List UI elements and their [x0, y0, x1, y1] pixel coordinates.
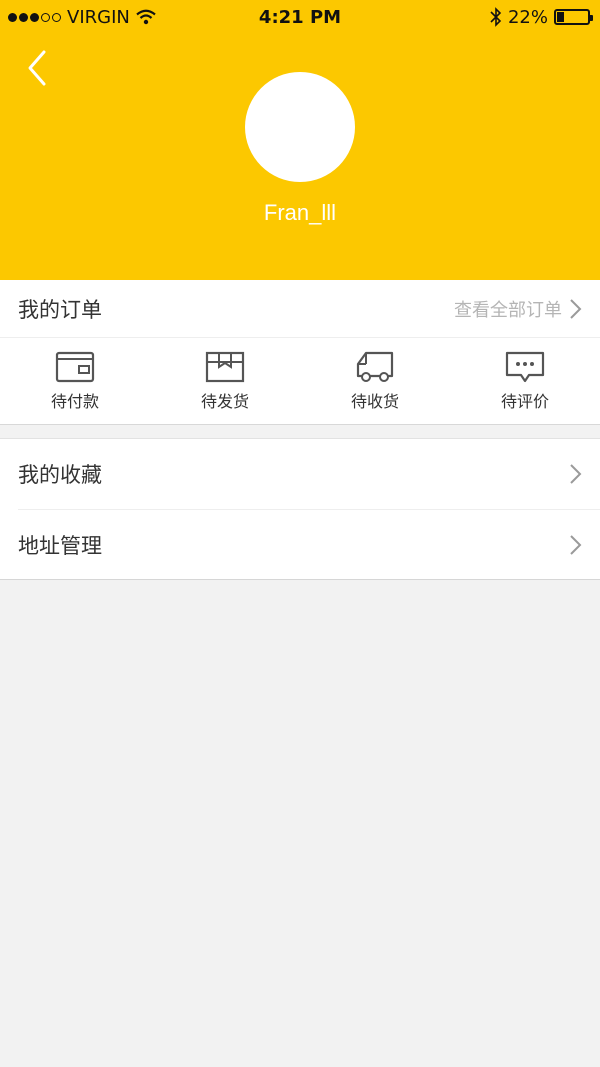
orders-card: 我的订单 查看全部订单 待付款 待发货 待收货 待评价 — [0, 280, 600, 425]
profile-header: Fran_lll — [0, 0, 600, 280]
battery-percent: 22% — [507, 6, 548, 28]
tab-label: 待发货 — [200, 392, 249, 411]
view-all-orders-link[interactable]: 查看全部订单 — [454, 296, 582, 322]
status-bar: VIRGIN 4:21 PM 22% — [0, 0, 600, 34]
menu-item-favorites[interactable]: 我的收藏 — [18, 439, 600, 509]
orders-title: 我的订单 — [18, 297, 102, 322]
chevron-left-icon — [28, 50, 46, 86]
chevron-right-icon — [570, 464, 582, 484]
bluetooth-icon — [490, 7, 502, 27]
tab-label: 待付款 — [50, 392, 99, 411]
chevron-right-icon — [570, 298, 582, 319]
order-status-tabs: 待付款 待发货 待收货 待评价 — [0, 338, 600, 424]
battery-icon — [554, 9, 593, 25]
wallet-icon — [55, 351, 95, 383]
username: Fran_lll — [263, 200, 337, 225]
avatar[interactable] — [245, 72, 355, 182]
carrier-name: VIRGIN — [67, 6, 130, 28]
back-button[interactable] — [18, 48, 58, 88]
tab-label: 待评价 — [500, 392, 549, 411]
truck-icon — [356, 351, 394, 382]
box-icon — [205, 351, 245, 383]
signal-strength-icon — [8, 12, 61, 22]
tab-pending-review[interactable]: 待评价 — [450, 338, 600, 424]
view-all-orders-label: 查看全部订单 — [454, 299, 562, 321]
comment-icon — [505, 351, 545, 383]
tab-pending-receipt[interactable]: 待收货 — [300, 338, 450, 424]
menu-item-label: 我的收藏 — [18, 463, 102, 487]
menu-item-address-management[interactable]: 地址管理 — [18, 509, 600, 579]
tab-label: 待收货 — [350, 392, 399, 411]
wifi-icon — [136, 9, 156, 25]
orders-header[interactable]: 我的订单 查看全部订单 — [0, 280, 600, 338]
chevron-right-icon — [570, 534, 582, 555]
menu-list: 我的收藏 地址管理 — [0, 438, 600, 580]
tab-pending-payment[interactable]: 待付款 — [0, 338, 150, 424]
menu-item-label: 地址管理 — [18, 533, 102, 558]
tab-pending-shipment[interactable]: 待发货 — [150, 338, 300, 424]
